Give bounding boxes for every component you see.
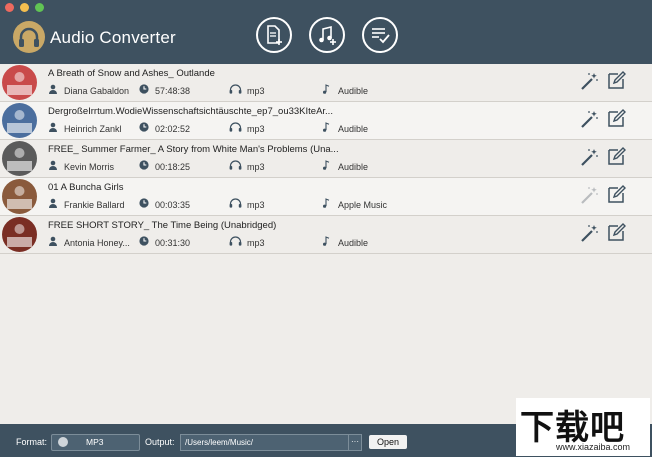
browse-button[interactable]: ···	[348, 434, 362, 451]
open-button[interactable]: Open	[369, 435, 407, 449]
track-source: Apple Music	[338, 200, 388, 210]
person-icon	[49, 160, 57, 170]
person-icon	[49, 236, 57, 246]
clock-icon	[139, 236, 149, 246]
app-logo-icon	[13, 21, 45, 53]
format-label: Format:	[16, 437, 48, 447]
track-author: Frankie Ballard	[64, 200, 125, 210]
track-title: FREE_ Summer Farmer_ A Story from White …	[48, 144, 338, 155]
track-row[interactable]: DergroßeIrrtum.WodieWissenschaftsichtäus…	[0, 102, 652, 140]
headphones-icon	[229, 160, 242, 170]
track-title: DergroßeIrrtum.WodieWissenschaftsichtäus…	[48, 106, 333, 117]
track-format: mp3	[247, 86, 265, 96]
track-format: mp3	[247, 124, 265, 134]
track-source: Audible	[338, 238, 369, 248]
track-row[interactable]: 01 A Buncha Girls Frankie Ballard 00:03:…	[0, 178, 652, 216]
music-note-icon	[323, 122, 330, 132]
format-value: MP3	[86, 437, 104, 447]
track-format: mp3	[247, 200, 265, 210]
clock-icon	[139, 160, 149, 170]
track-row[interactable]: FREE SHORT STORY_ The Time Being (Unabri…	[0, 216, 652, 254]
edit-icon[interactable]	[606, 185, 626, 205]
track-duration: 00:03:35	[155, 200, 191, 210]
zoom-window-button[interactable]	[35, 3, 44, 12]
track-format: mp3	[247, 162, 265, 172]
music-note-icon	[323, 160, 330, 170]
music-note-icon	[323, 198, 330, 208]
cover-art	[2, 217, 37, 252]
watermark-url: www.xiazaiba.com	[556, 442, 631, 452]
headphones-icon	[229, 236, 242, 246]
track-author: Diana Gabaldon	[64, 86, 130, 96]
output-path-field[interactable]: /Users/leem/Music/	[180, 434, 350, 451]
music-note-icon	[323, 84, 330, 94]
cover-art	[2, 103, 37, 138]
format-select[interactable]: MP3	[51, 434, 140, 451]
person-icon	[49, 198, 57, 208]
add-files-button[interactable]	[256, 17, 292, 53]
track-duration: 57:48:38	[155, 86, 191, 96]
close-window-button[interactable]	[5, 3, 14, 12]
track-title: FREE SHORT STORY_ The Time Being (Unabri…	[48, 220, 277, 231]
disc-icon	[58, 437, 68, 447]
magic-wand-icon[interactable]	[579, 109, 599, 129]
track-list: A Breath of Snow and Ashes_ Outlande Dia…	[0, 64, 652, 254]
track-duration: 00:31:30	[155, 238, 191, 248]
edit-icon[interactable]	[606, 109, 626, 129]
track-title: 01 A Buncha Girls	[48, 182, 124, 193]
magic-wand-icon[interactable]	[579, 147, 599, 167]
track-author: Heinrich Zankl	[64, 124, 122, 134]
magic-wand-icon[interactable]	[579, 223, 599, 243]
cover-art	[2, 179, 37, 214]
checklist-icon	[372, 28, 390, 44]
headphones-icon	[229, 84, 242, 94]
clock-icon	[139, 122, 149, 132]
track-duration: 00:18:25	[155, 162, 191, 172]
minimize-window-button[interactable]	[20, 3, 29, 12]
edit-icon[interactable]	[606, 71, 626, 91]
title-bar: Audio Converter	[0, 0, 652, 64]
edit-icon[interactable]	[606, 147, 626, 167]
track-duration: 02:02:52	[155, 124, 191, 134]
person-icon	[49, 84, 57, 94]
edit-icon[interactable]	[606, 223, 626, 243]
watermark-logo: 下载吧 www.xiazaiba.com	[516, 398, 650, 456]
clock-icon	[139, 198, 149, 208]
track-format: mp3	[247, 238, 265, 248]
app-title: Audio Converter	[50, 28, 176, 47]
magic-wand-icon[interactable]	[579, 71, 599, 91]
output-path: /Users/leem/Music/	[185, 438, 254, 447]
track-row[interactable]: FREE_ Summer Farmer_ A Story from White …	[0, 140, 652, 178]
add-music-icon	[319, 25, 336, 45]
music-note-icon	[323, 236, 330, 246]
person-icon	[49, 122, 57, 132]
cover-art	[2, 141, 37, 176]
track-source: Audible	[338, 162, 369, 172]
cover-art	[2, 65, 37, 100]
track-author: Antonia Honey...	[64, 238, 130, 248]
headphones-icon	[229, 122, 242, 132]
magic-wand-icon[interactable]	[579, 185, 599, 205]
output-label: Output:	[145, 437, 175, 447]
track-title: A Breath of Snow and Ashes_ Outlande	[48, 68, 215, 79]
track-source: Audible	[338, 124, 369, 134]
track-author: Kevin Morris	[64, 162, 115, 172]
convert-list-button[interactable]	[362, 17, 398, 53]
add-file-icon	[267, 25, 282, 45]
headphones-icon	[229, 198, 242, 208]
track-row[interactable]: A Breath of Snow and Ashes_ Outlande Dia…	[0, 64, 652, 102]
track-source: Audible	[338, 86, 369, 96]
clock-icon	[139, 84, 149, 94]
add-music-button[interactable]	[309, 17, 345, 53]
